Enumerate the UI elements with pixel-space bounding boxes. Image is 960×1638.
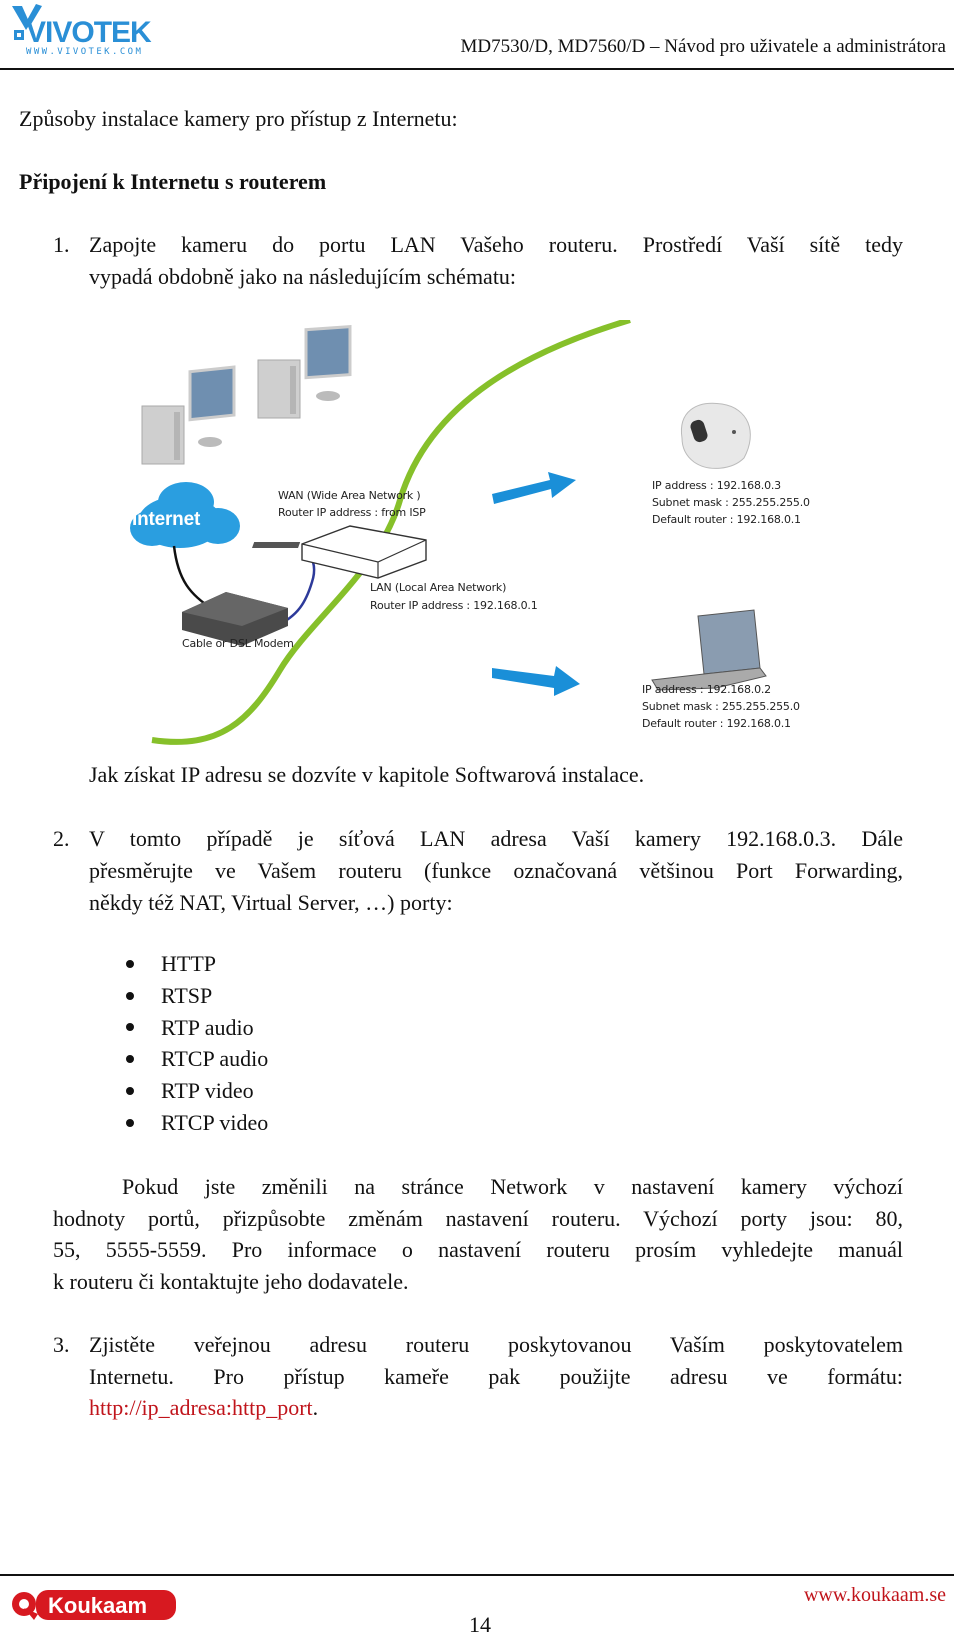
port-name: RTCP audio xyxy=(161,1046,269,1072)
step3-number: 3. xyxy=(53,1332,70,1357)
arrow-to-camera-icon xyxy=(492,472,576,504)
desktop-pc-icon xyxy=(141,365,236,465)
bullet-icon xyxy=(126,991,134,1000)
list-item: RTP video xyxy=(122,1075,268,1107)
list-item: RTCP audio xyxy=(122,1043,268,1075)
wan-label: WAN (Wide Area Network ) xyxy=(278,489,421,502)
arrow-to-laptop-icon xyxy=(492,666,580,696)
step2-line2: přesměrujte ve Vašem routeru (funkce ozn… xyxy=(89,858,903,883)
step1-number: 1. xyxy=(53,232,70,257)
vivotek-logo-url: WWW.VIVOTEK.COM xyxy=(26,47,143,56)
step2-number: 2. xyxy=(53,826,70,851)
footer-website-link[interactable]: www.koukaam.se xyxy=(804,1584,946,1607)
router-icon xyxy=(252,525,427,579)
port-name: HTTP xyxy=(161,951,216,976)
section-title: Připojení k Internetu s routerem xyxy=(19,169,327,194)
bullet-icon xyxy=(126,1023,134,1032)
step3-line2: Internetu. Pro přístup kameře pak použij… xyxy=(89,1364,903,1389)
bullet-icon xyxy=(126,1087,134,1096)
laptop-router: Default router : 192.168.0.1 xyxy=(642,717,791,730)
bullet-icon xyxy=(126,959,134,968)
step2-line3: někdy též NAT, Virtual Server, …) porty: xyxy=(89,890,453,915)
bullet-icon xyxy=(126,1118,134,1127)
bullet-icon xyxy=(126,1055,134,1064)
ports-note-line3: 55, 5555-5559. Pro informace o nastavení… xyxy=(53,1237,903,1262)
camera-ip: IP address : 192.168.0.3 xyxy=(652,479,781,492)
network-diagram: Internet Cable or DSL Modem WAN (Wide Ar… xyxy=(130,320,850,780)
ip-note: Jak získat IP adresu se dozvíte v kapito… xyxy=(89,762,645,787)
ports-note-line4: k routeru či kontaktujte jeho dodavatele… xyxy=(53,1269,409,1294)
camera-access-url-link[interactable]: http://ip_adresa:http_port xyxy=(89,1395,313,1420)
port-list: HTTP RTSP RTP audio RTCP audio RTP video… xyxy=(122,948,268,1139)
lan-label: LAN (Local Area Network) xyxy=(370,581,507,594)
laptop-ip: IP address : 192.168.0.2 xyxy=(642,683,771,696)
document-title: MD7530/D, MD7560/D – Návod pro uživatele… xyxy=(460,36,946,57)
internet-label: Internet xyxy=(132,509,201,530)
step3-line3: http://ip_adresa:http_port. xyxy=(89,1392,318,1424)
desktop-pc-icon xyxy=(257,325,352,419)
dome-camera-icon xyxy=(680,402,751,469)
modem-label: Cable or DSL Modem xyxy=(182,637,294,650)
intro-text: Způsoby instalace kamery pro přístup z I… xyxy=(19,106,458,131)
ports-note-line1: Pokud jste změnili na stránce Network v … xyxy=(122,1174,903,1199)
wan-router-ip: Router IP address : from ISP xyxy=(278,506,426,519)
header-divider xyxy=(0,68,954,70)
list-item: RTCP video xyxy=(122,1107,268,1139)
step1-line2: vypadá obdobně jako na následujícím sché… xyxy=(89,264,517,289)
step3-suffix: . xyxy=(312,1395,319,1420)
vivotek-logo: VIVOTEK WWW.VIVOTEK.COM xyxy=(8,2,178,57)
vivotek-logo-text: VIVOTEK xyxy=(26,16,152,49)
port-name: RTCP video xyxy=(161,1109,269,1135)
ports-note-line2: hodnoty portů, přizpůsobte změnám nastav… xyxy=(53,1206,903,1231)
port-name: RTSP xyxy=(161,982,213,1008)
laptop-subnet: Subnet mask : 255.255.255.0 xyxy=(642,700,800,713)
port-name: RTP audio xyxy=(161,1014,254,1040)
footer-divider xyxy=(0,1574,954,1576)
port-name: RTP video xyxy=(161,1078,254,1104)
step1-line1: Zapojte kameru do portu LAN Vašeho route… xyxy=(89,232,903,257)
laptop-icon xyxy=(651,609,767,691)
camera-subnet: Subnet mask : 255.255.255.0 xyxy=(652,496,810,509)
page-number: 14 xyxy=(469,1612,491,1637)
camera-router: Default router : 192.168.0.1 xyxy=(652,513,801,526)
step2-line1: V tomto případě je síťová LAN adresa Vaš… xyxy=(89,826,903,851)
lan-router-ip: Router IP address : 192.168.0.1 xyxy=(370,599,538,612)
step3-line1: Zjistěte veřejnou adresu routeru poskyto… xyxy=(89,1332,903,1357)
list-item: HTTP xyxy=(122,948,268,980)
list-item: RTP audio xyxy=(122,1012,268,1044)
list-item: RTSP xyxy=(122,980,268,1012)
